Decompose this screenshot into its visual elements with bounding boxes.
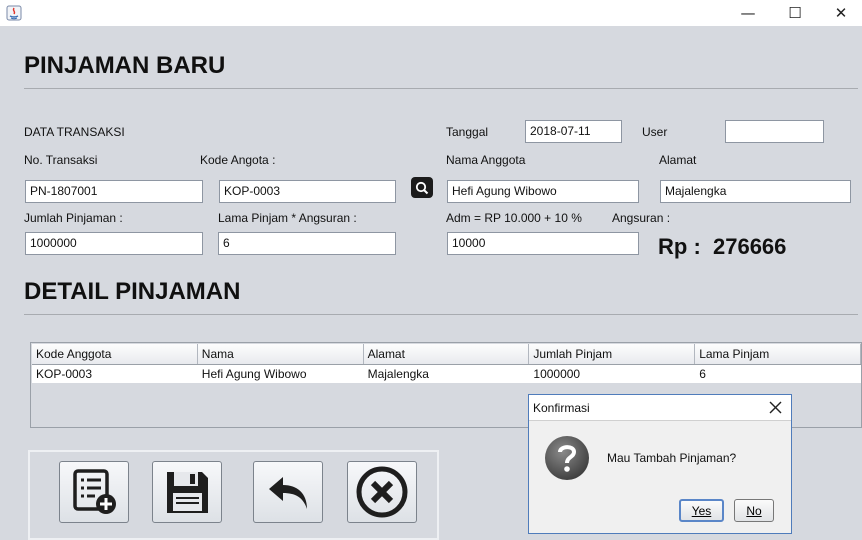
cancel-x-icon: [356, 466, 408, 518]
adm-field[interactable]: 10000: [447, 232, 639, 255]
dialog-title: Konfirmasi: [533, 401, 590, 415]
detail-title: DETAIL PINJAMAN: [24, 278, 241, 305]
jumlah-pinjaman-field[interactable]: 1000000: [25, 232, 203, 255]
kode-angota-label: Kode Angota :: [200, 153, 276, 167]
cancel-button[interactable]: [347, 461, 417, 523]
question-icon: [545, 436, 589, 480]
column-header[interactable]: Jumlah Pinjam: [529, 344, 696, 364]
column-header[interactable]: Nama: [198, 344, 364, 364]
no-transaksi-label: No. Transaksi: [24, 153, 98, 167]
tanggal-field[interactable]: 2018-07-11: [525, 120, 622, 143]
table-cell: Hefi Agung Wibowo: [201, 367, 307, 381]
yes-label: Yes: [691, 503, 712, 518]
search-member-button[interactable]: [411, 177, 433, 198]
dialog-titlebar: Konfirmasi: [529, 395, 791, 421]
alamat-label: Alamat: [659, 153, 697, 167]
table-cell: Majalengka: [367, 367, 429, 381]
no-button[interactable]: No: [734, 499, 774, 522]
no-transaksi-field[interactable]: PN-1807001: [25, 180, 203, 203]
angsuran-label: Angsuran :: [612, 211, 671, 225]
add-pinjaman-button[interactable]: [59, 461, 129, 523]
table-cell: 6: [699, 367, 706, 381]
column-header[interactable]: Lama Pinjam: [695, 344, 861, 364]
lama-pinjam-label: Lama Pinjam * Angsuran :: [218, 211, 357, 225]
table-header: Kode Anggota Nama Alamat Jumlah Pinjam L…: [32, 344, 861, 365]
undo-button[interactable]: [253, 461, 323, 523]
close-button[interactable]: ✕: [818, 0, 862, 26]
minimize-icon: —: [740, 4, 756, 22]
close-icon: ✕: [834, 4, 848, 22]
title-divider: [24, 88, 858, 89]
dialog-message: Mau Tambah Pinjaman?: [607, 451, 737, 465]
section-label: DATA TRANSAKSI: [24, 125, 125, 139]
yes-button[interactable]: Yes: [679, 499, 724, 522]
save-floppy-icon: [167, 472, 208, 513]
kode-angota-field[interactable]: KOP-0003: [219, 180, 396, 203]
window-titlebar: — ☐ ✕: [0, 0, 862, 26]
minimize-button[interactable]: —: [725, 0, 771, 26]
search-icon: [415, 181, 429, 194]
jumlah-pinjaman-label: Jumlah Pinjaman :: [24, 211, 123, 225]
lama-pinjam-field[interactable]: 6: [218, 232, 396, 255]
table-cell: 1000000: [533, 367, 581, 381]
adm-label: Adm = RP 10.000 + 10 %: [446, 211, 582, 225]
save-button[interactable]: [152, 461, 222, 523]
column-header[interactable]: Kode Anggota: [32, 344, 198, 364]
table-cell: KOP-0003: [36, 367, 93, 381]
detail-divider: [24, 314, 858, 315]
java-app-icon: [6, 5, 22, 21]
maximize-icon: ☐: [788, 4, 802, 22]
user-label: User: [642, 125, 668, 139]
column-header[interactable]: Alamat: [364, 344, 530, 364]
alamat-field[interactable]: Majalengka: [660, 180, 851, 203]
nama-anggota-label: Nama Anggota: [446, 153, 526, 167]
undo-arrow-icon: [269, 477, 307, 509]
angsuran-amount: Rp : 276666: [658, 234, 787, 259]
add-record-icon: [73, 469, 116, 514]
user-field[interactable]: [725, 120, 824, 143]
dialog-close-icon[interactable]: [769, 401, 782, 414]
no-label: No: [746, 503, 762, 518]
table-row[interactable]: KOP-0003 Hefi Agung Wibowo Majalengka 10…: [32, 365, 861, 383]
nama-anggota-field[interactable]: Hefi Agung Wibowo: [447, 180, 639, 203]
tanggal-label: Tanggal: [446, 125, 489, 139]
confirm-dialog: Konfirmasi Mau Tambah Pinjaman? Yes No: [528, 394, 792, 534]
maximize-button[interactable]: ☐: [772, 0, 818, 26]
page-title: PINJAMAN BARU: [24, 52, 226, 79]
